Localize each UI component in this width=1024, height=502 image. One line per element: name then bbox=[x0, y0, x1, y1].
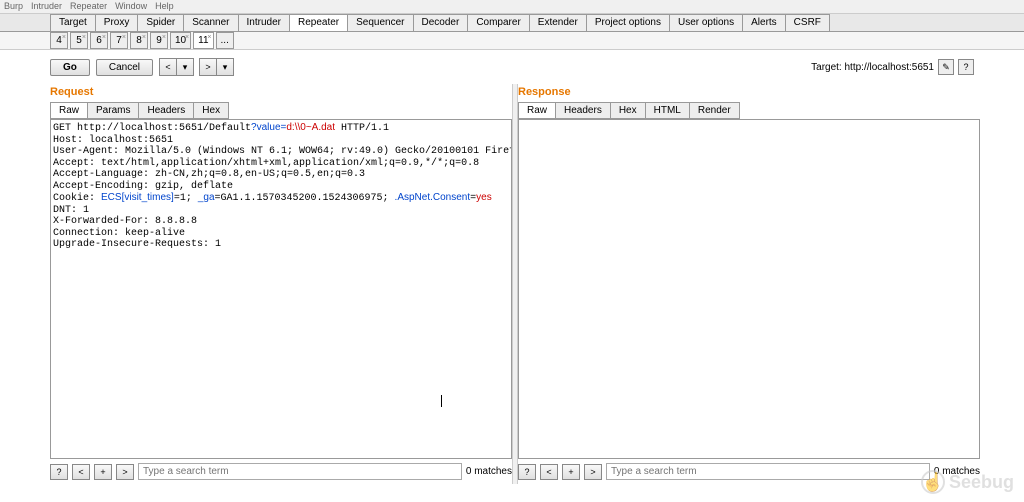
controls-row: Go Cancel < ▾ > ▾ Target: http://localho… bbox=[0, 50, 1024, 84]
repeater-tab-9[interactable]: 9× bbox=[150, 32, 168, 49]
tab-comparer[interactable]: Comparer bbox=[467, 14, 529, 31]
request-matches: 0 matches bbox=[466, 466, 512, 477]
menu-item[interactable]: Burp bbox=[4, 1, 23, 12]
repeater-tab-7[interactable]: 7× bbox=[110, 32, 128, 49]
go-button[interactable]: Go bbox=[50, 59, 90, 76]
subtab-html[interactable]: HTML bbox=[645, 102, 690, 119]
menu-item[interactable]: Intruder bbox=[31, 1, 62, 12]
repeater-tab-new[interactable]: ... bbox=[216, 32, 234, 49]
tab-spider[interactable]: Spider bbox=[137, 14, 184, 31]
subtab-raw[interactable]: Raw bbox=[50, 102, 88, 119]
tab-sequencer[interactable]: Sequencer bbox=[347, 14, 413, 31]
panels: Request RawParamsHeadersHex GET http://l… bbox=[0, 84, 1024, 484]
subtab-headers[interactable]: Headers bbox=[138, 102, 194, 119]
tab-repeater[interactable]: Repeater bbox=[289, 14, 348, 31]
edit-target-icon[interactable]: ✎ bbox=[938, 59, 954, 75]
menu-item[interactable]: Window bbox=[115, 1, 147, 12]
response-search-input[interactable] bbox=[606, 463, 930, 480]
response-search-row: ? < + > 0 matches bbox=[518, 459, 980, 484]
search-next-button[interactable]: > bbox=[584, 464, 602, 480]
tab-decoder[interactable]: Decoder bbox=[413, 14, 469, 31]
menu-item[interactable]: Repeater bbox=[70, 1, 107, 12]
request-title: Request bbox=[50, 84, 512, 102]
history-forward-drop-icon[interactable]: ▾ bbox=[216, 58, 234, 76]
request-panel: Request RawParamsHeadersHex GET http://l… bbox=[50, 84, 512, 484]
response-tabs: RawHeadersHexHTMLRender bbox=[518, 102, 980, 119]
subtab-params[interactable]: Params bbox=[87, 102, 139, 119]
repeater-tab-10[interactable]: 10× bbox=[170, 32, 191, 49]
subtab-hex[interactable]: Hex bbox=[610, 102, 646, 119]
subtab-hex[interactable]: Hex bbox=[193, 102, 229, 119]
cancel-button[interactable]: Cancel bbox=[96, 59, 153, 76]
repeater-tab-8[interactable]: 8× bbox=[130, 32, 148, 49]
tab-project-options[interactable]: Project options bbox=[586, 14, 670, 31]
request-search-input[interactable] bbox=[138, 463, 462, 480]
tab-intruder[interactable]: Intruder bbox=[238, 14, 290, 31]
tab-user-options[interactable]: User options bbox=[669, 14, 743, 31]
request-editor[interactable]: GET http://localhost:5651/Default?value=… bbox=[50, 119, 512, 459]
search-add-button[interactable]: + bbox=[562, 464, 580, 480]
help-icon[interactable]: ? bbox=[958, 59, 974, 75]
response-matches: 0 matches bbox=[934, 466, 980, 477]
menu-item[interactable]: Help bbox=[155, 1, 174, 12]
search-prev-button[interactable]: < bbox=[72, 464, 90, 480]
search-help-button[interactable]: ? bbox=[50, 464, 68, 480]
search-help-button[interactable]: ? bbox=[518, 464, 536, 480]
history-back-drop-icon[interactable]: ▾ bbox=[176, 58, 194, 76]
tab-proxy[interactable]: Proxy bbox=[95, 14, 139, 31]
response-panel: Response RawHeadersHexHTMLRender ? < + >… bbox=[518, 84, 980, 484]
subtab-headers[interactable]: Headers bbox=[555, 102, 611, 119]
repeater-tab-6[interactable]: 6× bbox=[90, 32, 108, 49]
menubar: Burp Intruder Repeater Window Help bbox=[0, 0, 1024, 14]
history-forward-button[interactable]: > bbox=[199, 58, 217, 76]
response-editor[interactable] bbox=[518, 119, 980, 459]
tab-extender[interactable]: Extender bbox=[529, 14, 587, 31]
main-tabs: TargetProxySpiderScannerIntruderRepeater… bbox=[0, 14, 1024, 32]
subtab-raw[interactable]: Raw bbox=[518, 102, 556, 119]
search-add-button[interactable]: + bbox=[94, 464, 112, 480]
target-label: Target: http://localhost:5651 bbox=[811, 62, 934, 73]
repeater-num-tabs: 4×5×6×7×8×9×10×11×... bbox=[0, 32, 1024, 50]
request-tabs: RawParamsHeadersHex bbox=[50, 102, 512, 119]
request-search-row: ? < + > 0 matches bbox=[50, 459, 512, 484]
repeater-tab-11[interactable]: 11× bbox=[193, 32, 213, 49]
search-next-button[interactable]: > bbox=[116, 464, 134, 480]
search-prev-button[interactable]: < bbox=[540, 464, 558, 480]
subtab-render[interactable]: Render bbox=[689, 102, 740, 119]
tab-scanner[interactable]: Scanner bbox=[183, 14, 238, 31]
tab-csrf[interactable]: CSRF bbox=[785, 14, 830, 31]
repeater-tab-5[interactable]: 5× bbox=[70, 32, 88, 49]
history-back-button[interactable]: < bbox=[159, 58, 177, 76]
tab-target[interactable]: Target bbox=[50, 14, 96, 31]
repeater-tab-4[interactable]: 4× bbox=[50, 32, 68, 49]
tab-alerts[interactable]: Alerts bbox=[742, 14, 786, 31]
response-title: Response bbox=[518, 84, 980, 102]
